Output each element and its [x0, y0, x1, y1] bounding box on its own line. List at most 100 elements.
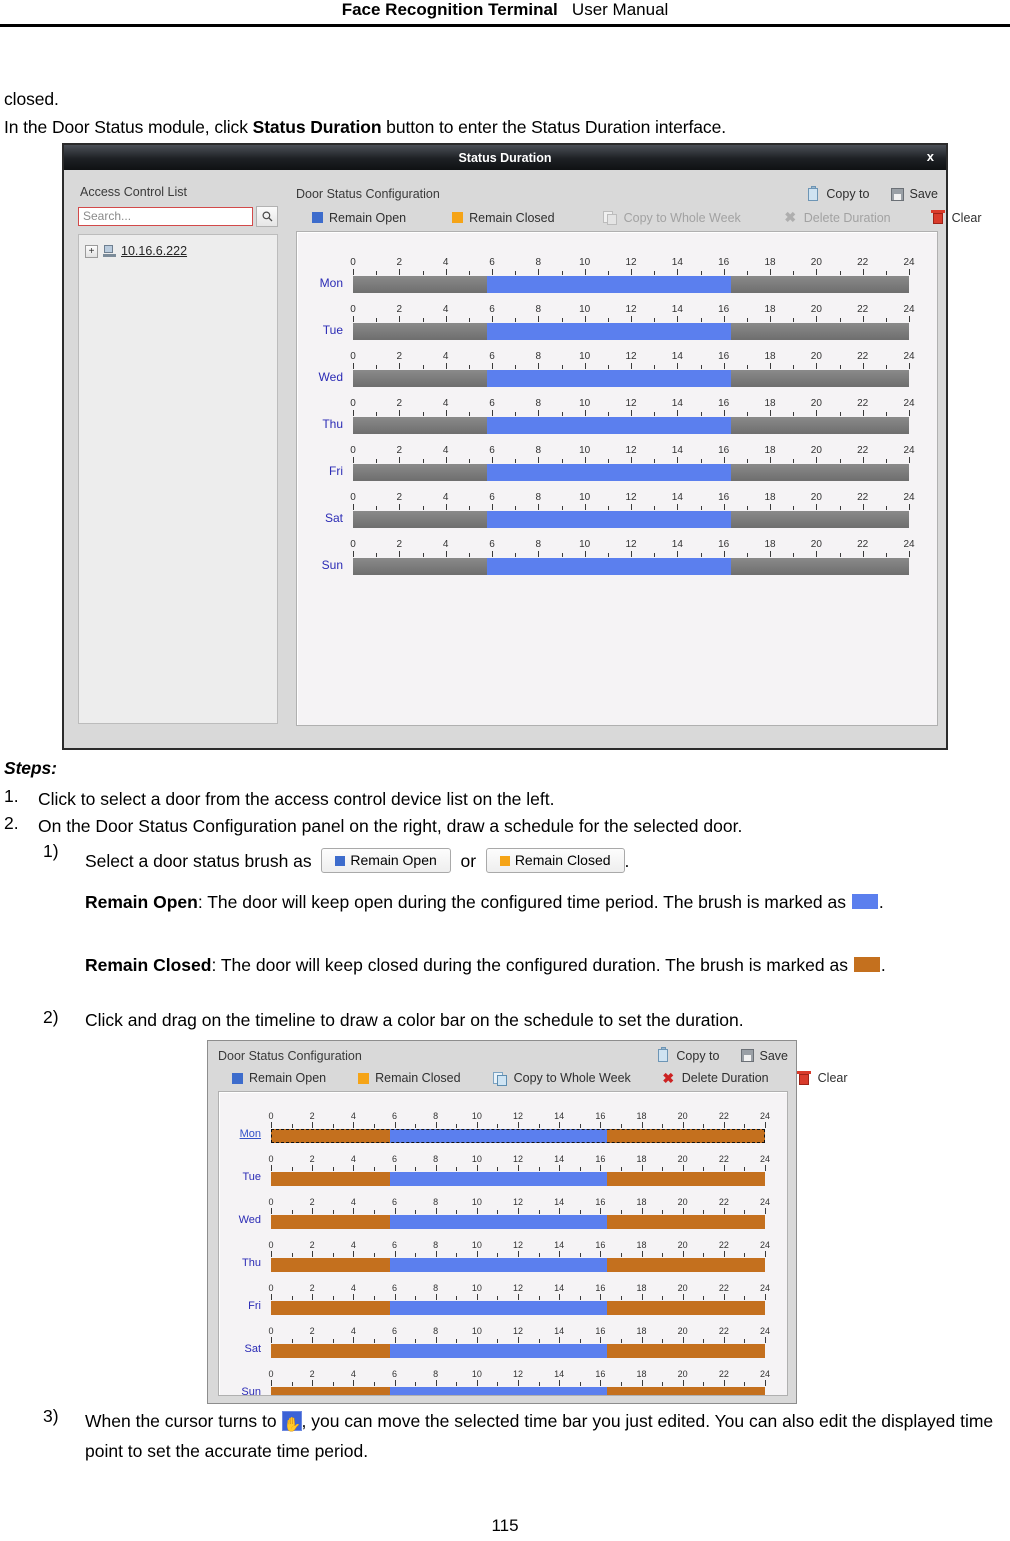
- timeline-segment[interactable]: [353, 464, 488, 481]
- day-label-mon[interactable]: Mon: [297, 276, 353, 293]
- status-duration-dialog[interactable]: Status Duration x Access Control List Se…: [62, 143, 982, 750]
- timeline-segment[interactable]: [606, 1128, 765, 1143]
- timeline-segment[interactable]: [487, 511, 731, 528]
- timeline-segment[interactable]: [606, 1343, 765, 1358]
- schedule-row[interactable]: Fri 0 2 4 6 8 10 12 14 16 18 20 22 24: [297, 434, 937, 481]
- timeline-track[interactable]: 0 2 4 6 8 10 12 14 16 18 20 22 24: [350, 394, 915, 434]
- timeline-track[interactable]: 0 2 4 6 8 10 12 14 16 18 20 22 24: [268, 1150, 770, 1186]
- device-ip-label[interactable]: 10.16.6.222: [121, 244, 187, 258]
- timeline-segment[interactable]: [353, 511, 488, 528]
- save-button-small[interactable]: Save: [740, 1048, 788, 1063]
- timeline-segment[interactable]: [606, 1300, 765, 1315]
- brush-remain-closed-small[interactable]: Remain Closed: [358, 1071, 461, 1085]
- schedule-row[interactable]: Mon 0 2 4 6 8 10 12 14 16 18 20 22 24: [219, 1100, 787, 1143]
- timeline-segment[interactable]: [606, 1386, 765, 1395]
- schedule-row[interactable]: Wed 0 2 4 6 8 10 12 14 16 18 20 22 24: [297, 340, 937, 387]
- clear-button[interactable]: Clear: [930, 210, 982, 225]
- timeline-track[interactable]: 0 2 4 6 8 10 12 14 16 18 20 22 24: [268, 1193, 770, 1229]
- timeline-bar[interactable]: [353, 511, 909, 528]
- timeline-bar[interactable]: [353, 417, 909, 434]
- timeline-segment[interactable]: [487, 558, 731, 575]
- brush-remain-open-small[interactable]: Remain Open: [232, 1071, 326, 1085]
- delete-duration-button[interactable]: ✖ Delete Duration: [783, 210, 890, 225]
- timeline-track[interactable]: 0 2 4 6 8 10 12 14 16 18 20 22 24: [350, 488, 915, 528]
- day-label-thu[interactable]: Thu: [219, 1257, 271, 1272]
- timeline-bar[interactable]: [353, 323, 909, 340]
- timeline-segment[interactable]: [730, 558, 909, 575]
- timeline-segment[interactable]: [271, 1128, 391, 1143]
- timeline-track[interactable]: 0 2 4 6 8 10 12 14 16 18 20 22 24: [350, 441, 915, 481]
- timeline-segment[interactable]: [606, 1257, 765, 1272]
- timeline-segment[interactable]: [487, 370, 731, 387]
- schedule-row[interactable]: Thu 0 2 4 6 8 10 12 14 16 18 20 22 24: [219, 1229, 787, 1272]
- timeline-segment[interactable]: [487, 276, 731, 293]
- timeline-bar[interactable]: [353, 276, 909, 293]
- timeline-segment[interactable]: [487, 323, 731, 340]
- day-label-sun[interactable]: Sun: [297, 558, 353, 575]
- timeline-segment[interactable]: [730, 323, 909, 340]
- timeline-segment[interactable]: [353, 370, 488, 387]
- timeline-bar[interactable]: [271, 1300, 765, 1315]
- day-label-wed[interactable]: Wed: [219, 1214, 271, 1229]
- timeline-segment[interactable]: [390, 1128, 607, 1143]
- timeline-bar[interactable]: [271, 1128, 765, 1143]
- copy-to-whole-week-button-small[interactable]: Copy to Whole Week: [492, 1071, 631, 1086]
- timeline-segment[interactable]: [390, 1171, 607, 1186]
- day-label-fri[interactable]: Fri: [297, 464, 353, 481]
- timeline-segment[interactable]: [390, 1343, 607, 1358]
- timeline-track[interactable]: 0 2 4 6 8 10 12 14 16 18 20 22 24: [350, 253, 915, 293]
- clear-button-small[interactable]: Clear: [796, 1070, 848, 1086]
- timeline-track[interactable]: 0 2 4 6 8 10 12 14 16 18 20 22 24: [268, 1279, 770, 1315]
- timeline-track[interactable]: 0 2 4 6 8 10 12 14 16 18 20 22 24: [350, 347, 915, 387]
- search-icon[interactable]: [256, 205, 278, 227]
- timeline-segment[interactable]: [271, 1214, 391, 1229]
- brush-remain-open[interactable]: Remain Open: [312, 211, 406, 225]
- timeline-segment[interactable]: [271, 1300, 391, 1315]
- timeline-bar[interactable]: [271, 1386, 765, 1395]
- schedule-row[interactable]: Sun 0 2 4 6 8 10 12 14 16 18 20 22 24: [297, 528, 937, 575]
- schedule-row[interactable]: Sat 0 2 4 6 8 10 12 14 16 18 20 22 24: [297, 481, 937, 528]
- remain-closed-brush-button[interactable]: Remain Closed: [485, 848, 625, 873]
- timeline-bar[interactable]: [353, 464, 909, 481]
- copy-to-button-small[interactable]: Copy to: [656, 1047, 720, 1063]
- timeline-bar[interactable]: [353, 370, 909, 387]
- schedule-canvas-edited[interactable]: Mon 0 2 4 6 8 10 12 14 16 18 20 22 24 Tue 0 2 4 6 8 10 12 14 16…: [218, 1090, 788, 1396]
- timeline-segment[interactable]: [353, 276, 488, 293]
- schedule-row[interactable]: Wed 0 2 4 6 8 10 12 14 16 18 20 22 24: [219, 1186, 787, 1229]
- schedule-row[interactable]: Sat 0 2 4 6 8 10 12 14 16 18 20 22 24: [219, 1315, 787, 1358]
- timeline-segment[interactable]: [390, 1300, 607, 1315]
- device-tree[interactable]: + 10.16.6.222: [78, 234, 278, 724]
- timeline-segment[interactable]: [730, 370, 909, 387]
- day-label-tue[interactable]: Tue: [297, 323, 353, 340]
- delete-duration-button-small[interactable]: ✖ Delete Duration: [661, 1070, 768, 1086]
- timeline-track[interactable]: 0 2 4 6 8 10 12 14 16 18 20 22 24: [268, 1107, 770, 1143]
- schedule-canvas[interactable]: Mon 0 2 4 6 8 10 12 14 16 18 20 22 24 Tue 0 2 4 6 8 10 12 14 16…: [296, 231, 938, 726]
- timeline-segment[interactable]: [390, 1257, 607, 1272]
- copy-to-whole-week-button[interactable]: Copy to Whole Week: [602, 210, 741, 225]
- save-button[interactable]: Save: [890, 187, 938, 202]
- timeline-segment[interactable]: [271, 1257, 391, 1272]
- day-label-mon[interactable]: Mon: [219, 1128, 271, 1143]
- timeline-segment[interactable]: [487, 417, 731, 434]
- tree-node-device[interactable]: + 10.16.6.222: [85, 242, 277, 260]
- schedule-row[interactable]: Thu 0 2 4 6 8 10 12 14 16 18 20 22 24: [297, 387, 937, 434]
- timeline-segment[interactable]: [730, 417, 909, 434]
- timeline-segment[interactable]: [606, 1171, 765, 1186]
- day-label-thu[interactable]: Thu: [297, 417, 353, 434]
- door-status-configuration-screenshot[interactable]: Door Status Configuration Copy to Save R…: [207, 1040, 848, 1404]
- schedule-row[interactable]: Tue 0 2 4 6 8 10 12 14 16 18 20 22 24: [297, 293, 937, 340]
- day-label-sun[interactable]: Sun: [219, 1386, 271, 1395]
- timeline-segment[interactable]: [390, 1386, 607, 1395]
- timeline-bar[interactable]: [271, 1214, 765, 1229]
- timeline-track[interactable]: 0 2 4 6 8 10 12 14 16 18 20 22 24: [268, 1365, 770, 1395]
- timeline-bar[interactable]: [271, 1257, 765, 1272]
- day-label-tue[interactable]: Tue: [219, 1171, 271, 1186]
- copy-to-button[interactable]: Copy to: [806, 185, 870, 202]
- timeline-segment[interactable]: [730, 464, 909, 481]
- day-label-sat[interactable]: Sat: [297, 511, 353, 528]
- remain-open-brush-button[interactable]: Remain Open: [321, 848, 451, 873]
- schedule-row[interactable]: Fri 0 2 4 6 8 10 12 14 16 18 20 22 24: [219, 1272, 787, 1315]
- schedule-row[interactable]: Mon 0 2 4 6 8 10 12 14 16 18 20 22 24: [297, 246, 937, 293]
- timeline-segment[interactable]: [390, 1214, 607, 1229]
- timeline-segment[interactable]: [730, 511, 909, 528]
